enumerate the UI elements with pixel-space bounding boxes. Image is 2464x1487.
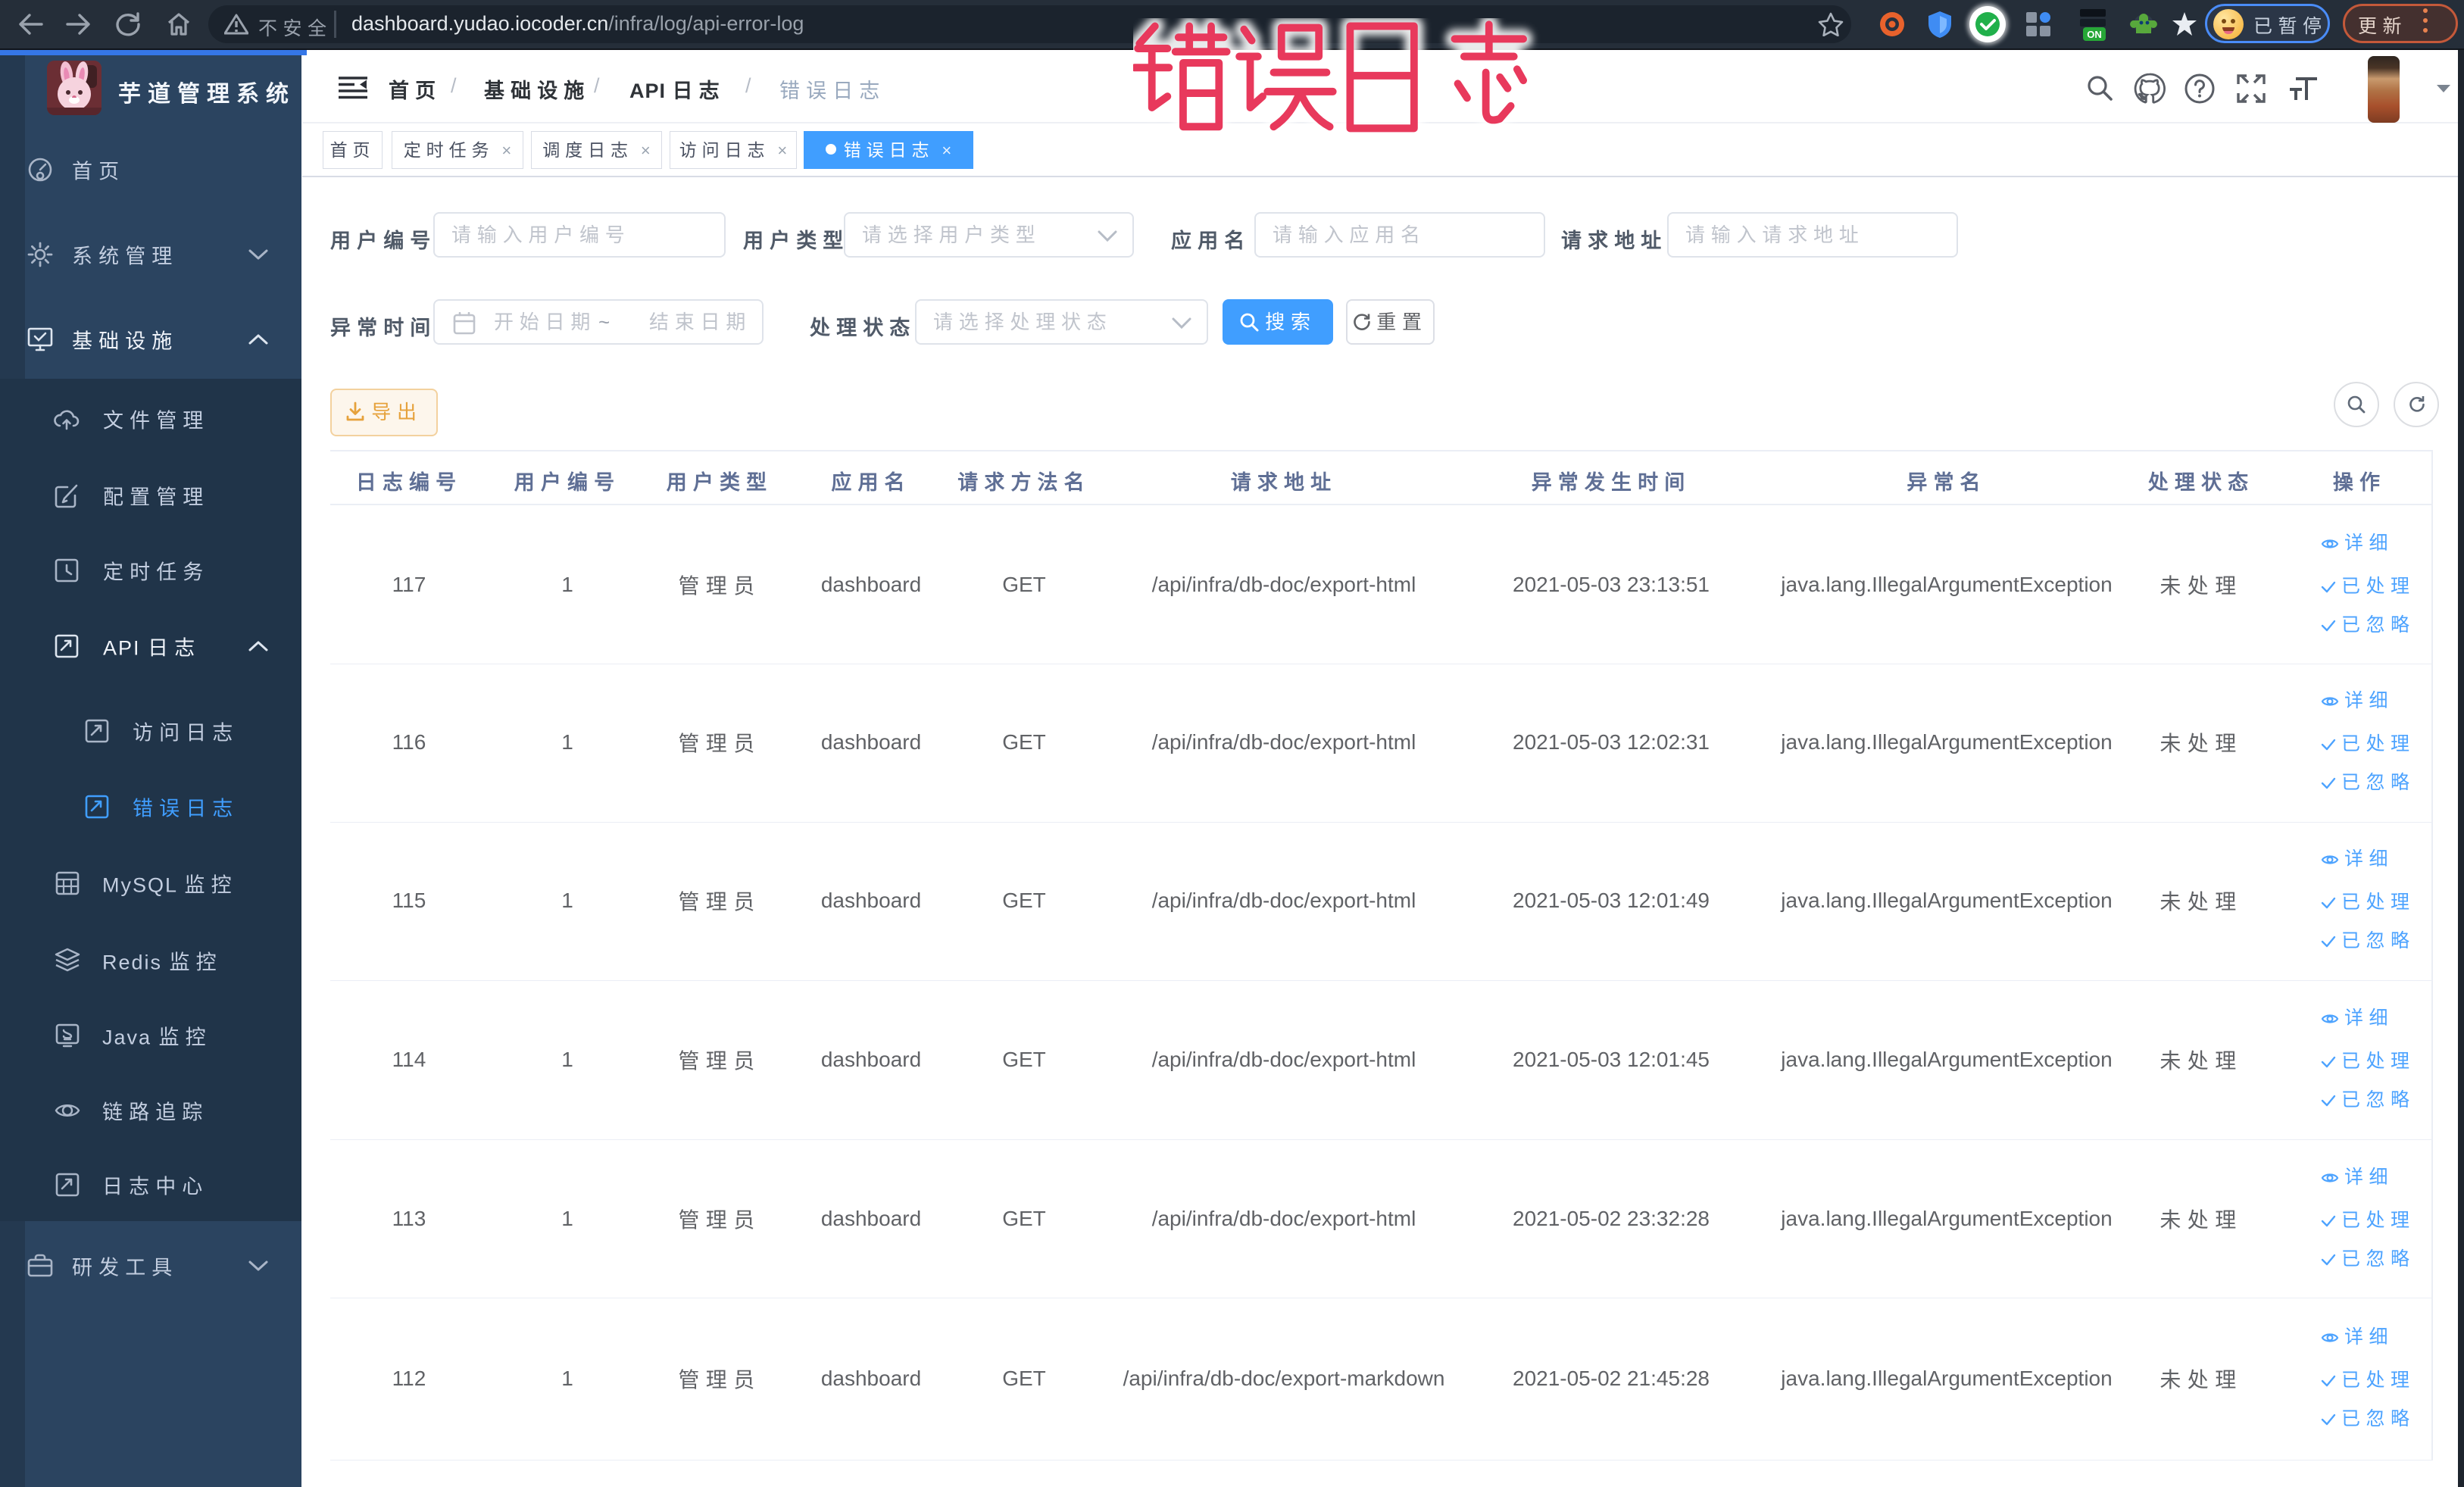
svg-text:ON: ON bbox=[2087, 29, 2102, 40]
